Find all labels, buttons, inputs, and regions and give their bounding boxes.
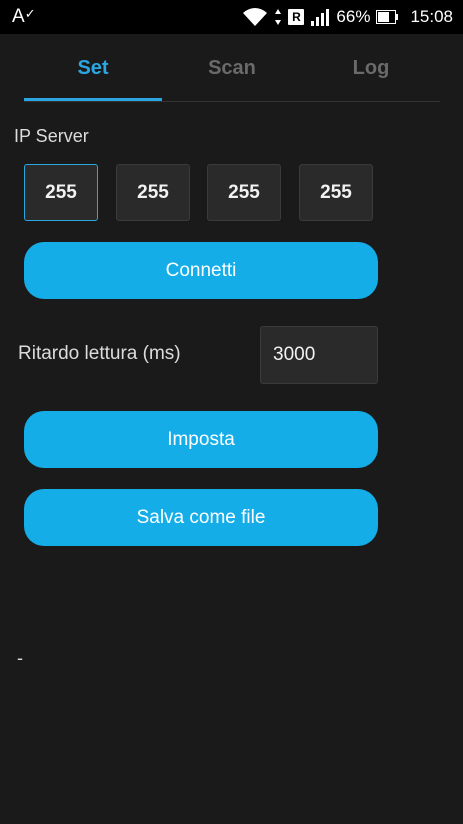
save-file-button-label: Salva come file — [136, 506, 266, 528]
tab-set-label: Set — [77, 56, 109, 79]
tab-log[interactable]: Log — [302, 34, 440, 102]
read-delay-label: Ritardo lettura (ms) — [18, 343, 181, 364]
ip-octet-2-input[interactable]: 255 — [116, 164, 190, 221]
accessibility-icon: A✓ — [12, 6, 36, 27]
ip-octet-1-input[interactable]: 255 — [24, 164, 98, 221]
signal-icon — [311, 9, 330, 26]
battery-percent: 66% — [336, 7, 371, 26]
clock: 15:08 — [410, 7, 453, 26]
tab-indicator — [24, 98, 162, 101]
tab-scan-label: Scan — [208, 56, 256, 79]
set-button-label: Imposta — [167, 428, 235, 450]
accessibility-glyph: A — [12, 6, 25, 27]
set-button[interactable]: Imposta — [24, 411, 378, 468]
tab-log-label: Log — [352, 56, 390, 79]
status-text: - — [17, 648, 23, 668]
save-file-button[interactable]: Salva come file — [24, 489, 378, 546]
read-delay-input[interactable]: 3000 — [260, 326, 378, 384]
battery-icon — [376, 10, 399, 24]
data-arrows-icon — [275, 9, 282, 25]
connect-button-label: Connetti — [165, 259, 237, 281]
ip-server-label: IP Server — [14, 126, 89, 146]
tab-bar: Set Scan Log — [24, 34, 440, 102]
connect-button[interactable]: Connetti — [24, 242, 378, 299]
roaming-icon: R — [288, 9, 305, 25]
tab-scan[interactable]: Scan — [163, 34, 301, 102]
ip-octet-3-input[interactable]: 255 — [207, 164, 281, 221]
ip-octet-4-input[interactable]: 255 — [299, 164, 373, 221]
status-icons: R 66% 15:08 — [242, 7, 453, 27]
status-bar: A✓ R 66% 15:08 — [0, 0, 463, 34]
wifi-icon — [243, 8, 268, 26]
tab-set[interactable]: Set — [24, 34, 162, 102]
